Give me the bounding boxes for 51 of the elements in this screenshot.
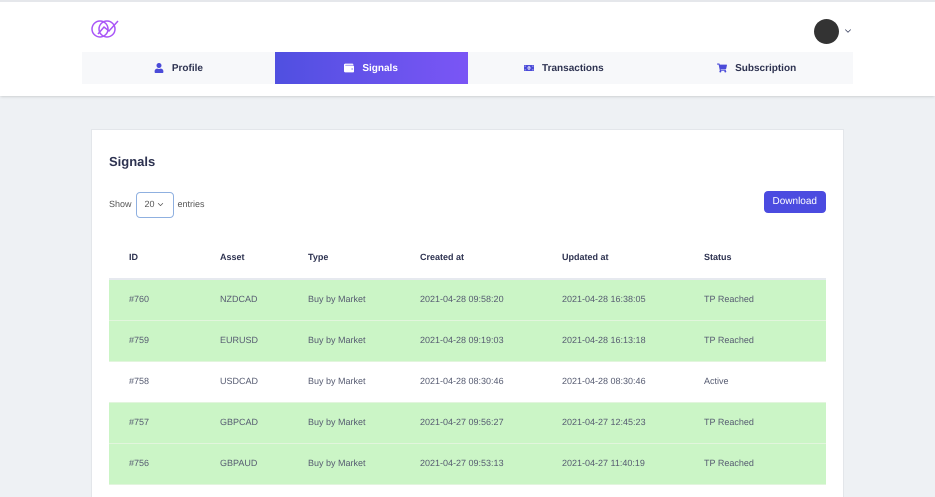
table-cell: EURUSD — [220, 334, 258, 345]
user-icon — [154, 63, 164, 73]
card-title: Signals — [109, 153, 156, 171]
entries-label: entries — [178, 198, 205, 211]
table-cell: #758 — [129, 376, 150, 386]
table-cell: 2021-04-27 09:56:27 — [420, 416, 504, 427]
table-cell: Buy by Market — [308, 458, 366, 468]
table-cell: TP Reached — [704, 294, 754, 304]
table-cell: Buy by Market — [308, 376, 366, 386]
wallet-icon — [344, 63, 354, 73]
nav-tab[interactable]: Subscription — [660, 52, 853, 84]
table-cell: #759 — [129, 334, 150, 345]
table-cell: 2021-04-27 11:40:19 — [562, 458, 645, 468]
entries-select[interactable]: 20 — [136, 192, 174, 218]
table-cell: 2021-04-28 08:30:46 — [420, 376, 504, 386]
table-cell: #760 — [129, 294, 150, 304]
table-cell: #756 — [129, 458, 150, 468]
table-cell: TP Reached — [704, 334, 754, 345]
column-header: Updated at — [562, 252, 609, 262]
table-cell: NZDCAD — [220, 294, 258, 304]
table-cell: Buy by Market — [308, 334, 366, 345]
cart-icon — [717, 63, 728, 73]
column-header: Created at — [420, 252, 464, 262]
table-cell: TP Reached — [704, 416, 754, 427]
column-header: Asset — [220, 252, 245, 262]
table-cell: Active — [704, 376, 729, 386]
table-cell: GBPAUD — [220, 458, 258, 468]
table-cell: Buy by Market — [308, 294, 366, 304]
table-cell: GBPCAD — [220, 416, 258, 427]
banknote-icon — [524, 63, 534, 73]
table-cell: 2021-04-28 09:19:03 — [420, 334, 504, 345]
nav-tab[interactable]: Profile — [82, 52, 275, 84]
column-header: Status — [704, 252, 732, 262]
caret-icon — [156, 200, 165, 209]
nav-tab[interactable]: Signals — [274, 52, 468, 84]
download-button[interactable]: Download — [764, 190, 826, 212]
nav-tab[interactable]: Transactions — [468, 52, 660, 84]
table-cell: 2021-04-28 16:13:18 — [562, 334, 646, 345]
table-cell: 2021-04-28 08:30:46 — [562, 376, 646, 386]
column-header: ID — [129, 252, 138, 262]
table-cell: 2021-04-27 09:53:13 — [420, 458, 504, 468]
table-cell: 2021-04-28 16:38:05 — [562, 294, 646, 304]
table-cell: USDCAD — [220, 376, 258, 386]
table-cell: 2021-04-28 09:58:20 — [420, 294, 504, 304]
table-cell: Buy by Market — [308, 416, 366, 427]
show-label: Show — [109, 198, 132, 211]
table-cell: #757 — [129, 416, 150, 427]
column-header: Type — [308, 252, 328, 262]
table-cell: TP Reached — [704, 458, 754, 468]
avatar[interactable] — [814, 18, 839, 44]
table-cell: 2021-04-27 12:45:23 — [562, 416, 646, 427]
